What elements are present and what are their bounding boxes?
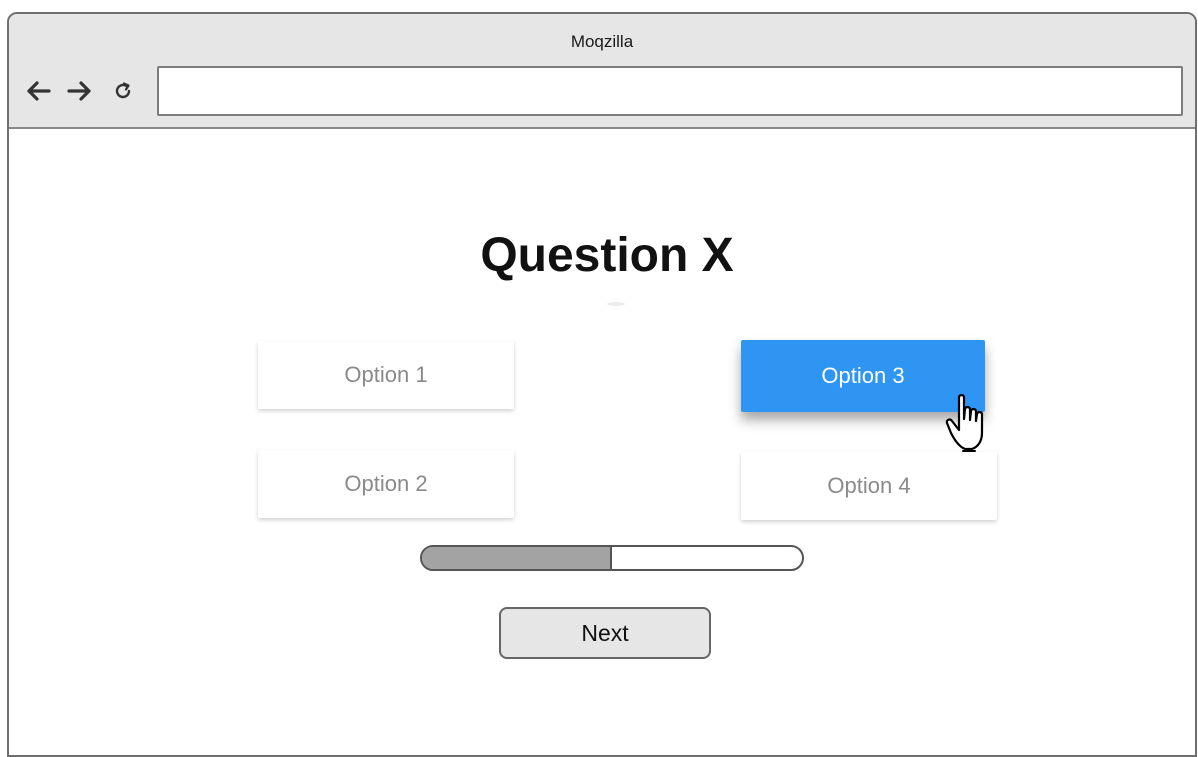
hand-cursor-icon — [945, 394, 984, 452]
browser-window: Moqzilla Question X Option 1 Option 2 Op… — [7, 12, 1197, 757]
page-content: Question X Option 1 Option 2 Option 3 Op… — [9, 129, 1195, 755]
progress-bar — [420, 545, 804, 571]
reload-button[interactable] — [111, 77, 135, 105]
option-1-button[interactable]: Option 1 — [258, 341, 514, 409]
arrow-right-icon — [67, 81, 91, 101]
title-underline-mark — [607, 302, 625, 306]
option-2-button[interactable]: Option 2 — [258, 450, 514, 518]
browser-toolbar: Moqzilla — [9, 14, 1195, 129]
reload-icon — [115, 82, 131, 99]
back-button[interactable] — [23, 77, 53, 105]
arrow-left-icon — [27, 81, 51, 101]
address-bar[interactable] — [157, 66, 1183, 116]
option-4-button[interactable]: Option 4 — [741, 452, 997, 520]
question-title: Question X — [480, 229, 734, 282]
window-title: Moqzilla — [570, 32, 634, 51]
forward-button[interactable] — [65, 77, 95, 105]
progress-fill — [422, 547, 612, 569]
next-button[interactable]: Next — [499, 607, 711, 659]
